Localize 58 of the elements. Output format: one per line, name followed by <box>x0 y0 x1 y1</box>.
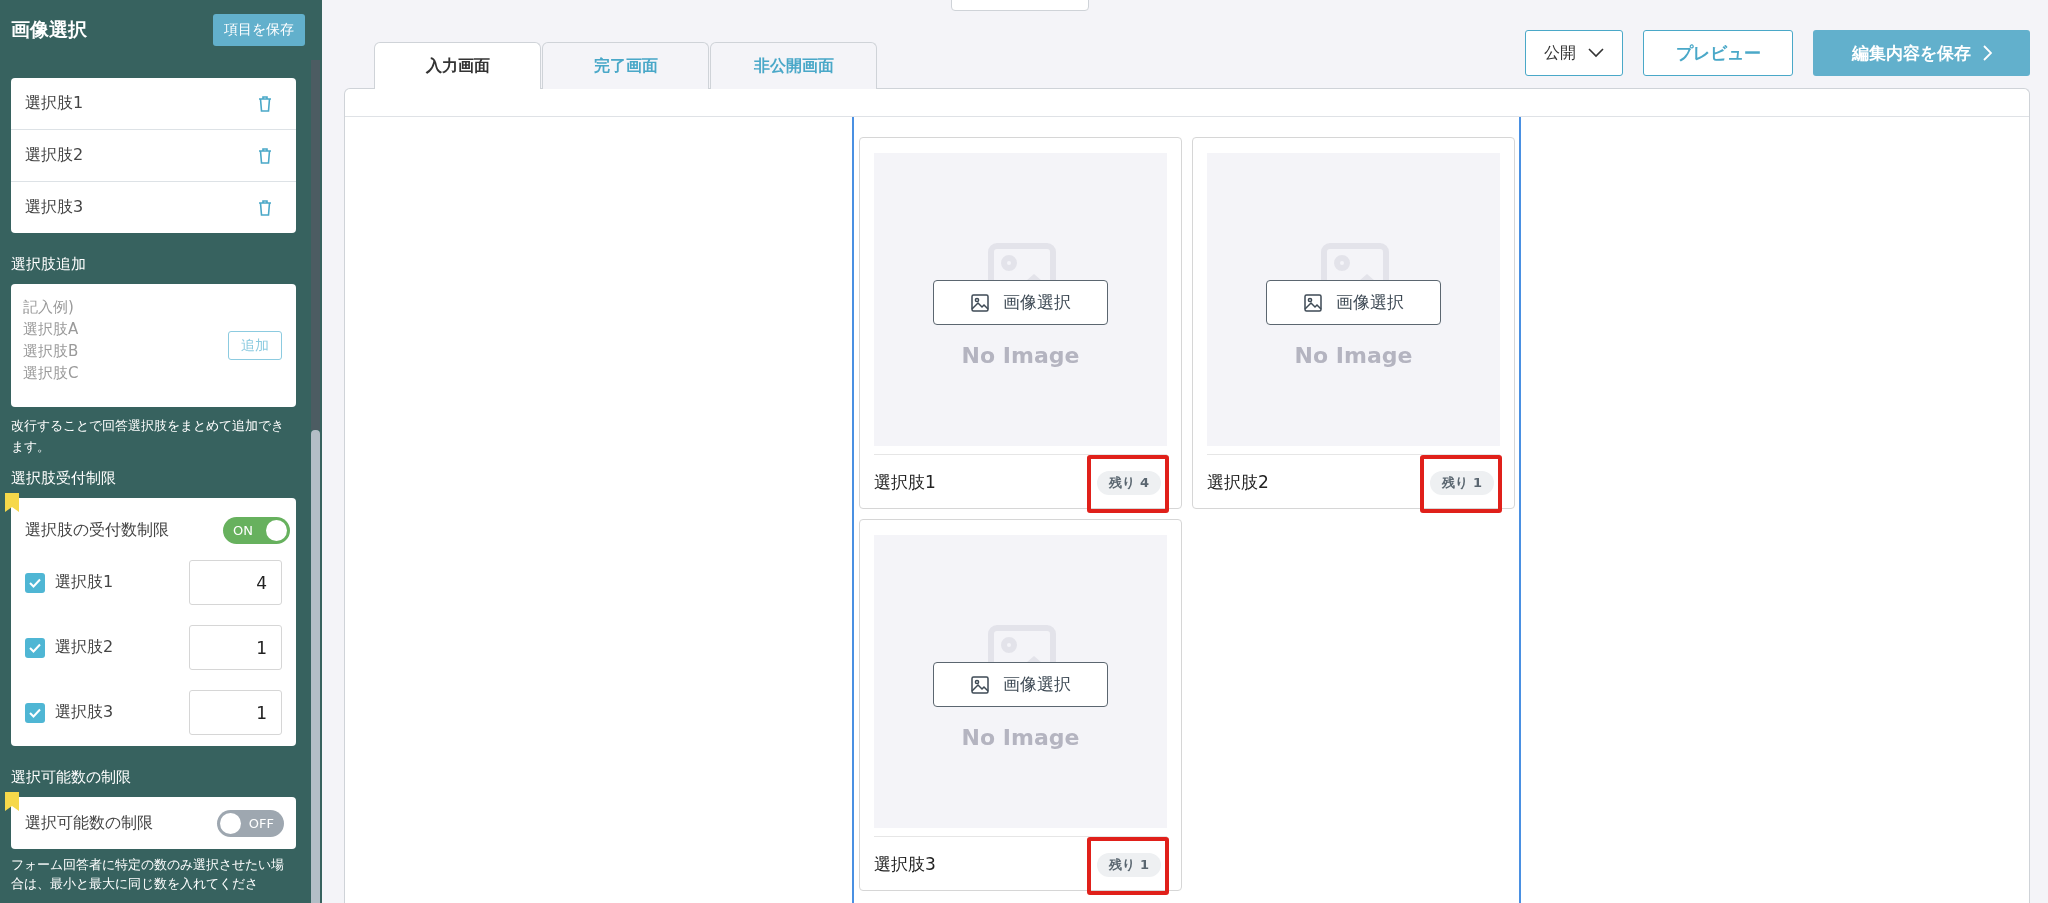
trash-icon[interactable] <box>258 95 272 112</box>
checkbox-label: 選択肢3 <box>55 702 114 723</box>
section-label: 選択肢受付制限 <box>11 469 117 488</box>
checkbox[interactable] <box>25 572 45 593</box>
trash-icon[interactable] <box>258 147 272 164</box>
chevron-right-icon <box>1982 45 1992 61</box>
limit-input-field[interactable]: 1 <box>189 625 282 670</box>
scrollbar-thumb[interactable] <box>311 430 320 903</box>
section-label: 選択可能数の制限 <box>11 768 132 787</box>
choice-input-field[interactable]: 記入例) 選択肢A 選択肢B 選択肢C 追加 <box>11 284 296 407</box>
help-text: フォーム回答者に特定の数のみ選択させたい場合は、最小と最大に同じ数を入れてくださ <box>11 856 285 893</box>
save-changes-button[interactable]: 編集内容を保存 <box>1813 30 2030 76</box>
preview-button[interactable]: プレビュー <box>1643 30 1793 76</box>
choice-label: 選択肢1 <box>25 93 84 114</box>
bookmark-icon <box>5 493 19 512</box>
checkbox[interactable] <box>25 702 45 723</box>
select-image-button[interactable]: 画像選択 <box>933 280 1108 325</box>
choice-label: 選択肢2 <box>1207 471 1269 494</box>
choice-label: 選択肢1 <box>874 471 936 494</box>
remaining-badge: 残り 4 <box>1097 470 1161 495</box>
trash-icon[interactable] <box>258 199 272 216</box>
check-icon <box>29 642 41 653</box>
top-handle[interactable] <box>951 0 1089 11</box>
toggle-label: 選択肢の受付数制限 <box>25 519 169 541</box>
section-label: 選択肢追加 <box>11 255 87 274</box>
no-image-text: No Image <box>1294 343 1413 368</box>
choice-label: 選択肢2 <box>25 145 84 166</box>
toggle-label: 選択可能数の制限 <box>25 812 153 834</box>
toggle-switch[interactable]: OFF <box>217 809 284 837</box>
select-image-button[interactable]: 画像選択 <box>1266 280 1441 325</box>
checkbox-label: 選択肢1 <box>55 572 114 593</box>
no-image-text: No Image <box>961 725 1080 750</box>
chevron-down-icon <box>1588 48 1604 58</box>
toggle-switch[interactable]: ON <box>223 516 290 544</box>
remaining-badge: 残り 1 <box>1430 470 1494 495</box>
tab[interactable]: 完了画面 <box>542 42 709 89</box>
tab[interactable]: 非公開画面 <box>710 42 877 89</box>
select-image-button[interactable]: 画像選択 <box>933 662 1108 707</box>
save-item-button[interactable]: 項目を保存 <box>213 14 305 46</box>
choice-label: 選択肢3 <box>874 853 936 876</box>
image-icon <box>1303 293 1322 312</box>
limit-input-field[interactable]: 1 <box>189 690 282 735</box>
image-icon <box>970 293 989 312</box>
add-button[interactable]: 追加 <box>228 331 282 360</box>
tab[interactable]: 入力画面 <box>374 42 541 89</box>
panel-title: 画像選択 <box>11 17 87 42</box>
no-image-text: No Image <box>961 343 1080 368</box>
checkbox-label: 選択肢2 <box>55 637 114 658</box>
limit-input-field[interactable]: 4 <box>189 560 282 605</box>
check-icon <box>29 707 41 718</box>
checkbox[interactable] <box>25 637 45 658</box>
help-text: 改行することで回答選択肢をまとめて追加できます。 <box>11 417 285 456</box>
choice-label: 選択肢3 <box>25 197 84 218</box>
check-icon <box>29 577 41 588</box>
remaining-badge: 残り 1 <box>1097 852 1161 877</box>
visibility-dropdown[interactable]: 公開 <box>1525 30 1623 76</box>
bookmark-icon <box>5 792 19 811</box>
image-icon <box>970 675 989 694</box>
